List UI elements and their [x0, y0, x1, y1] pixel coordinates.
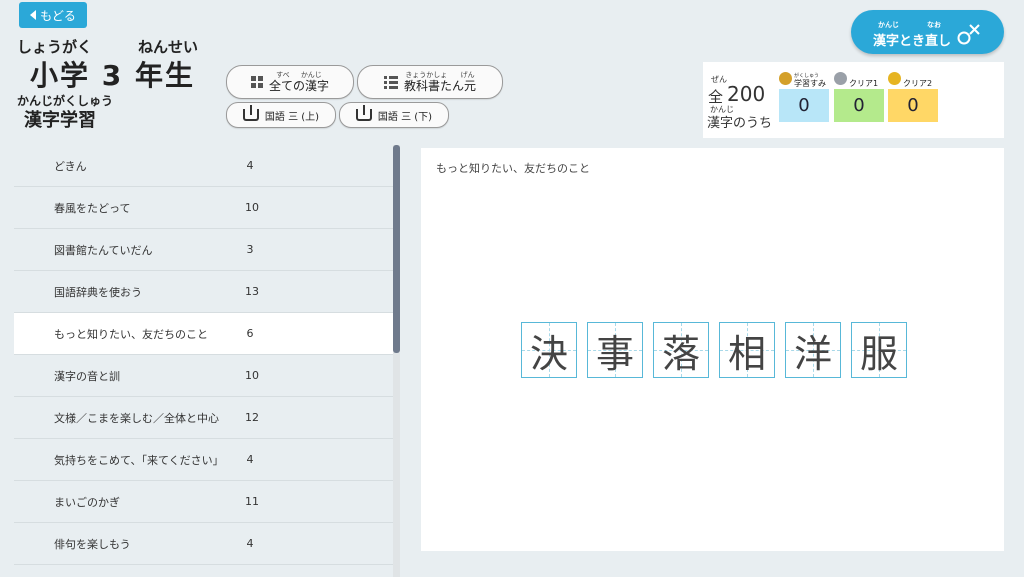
- scroll-thumb[interactable]: [393, 145, 400, 353]
- clear1-label: クリア1: [849, 79, 879, 88]
- list-item[interactable]: 春風をたどって 10: [14, 187, 394, 229]
- all-kanji-label: 全ての漢字: [268, 79, 329, 93]
- total-count: 200: [727, 82, 766, 106]
- zen-ruby: ぜん: [711, 75, 727, 84]
- clear1-count: 0: [834, 89, 884, 122]
- list-item[interactable]: まいごのかぎ 11: [14, 481, 394, 523]
- retry-label: 漢字とき直し: [873, 34, 952, 49]
- kanji-card[interactable]: 決: [521, 322, 577, 378]
- list-icon: [383, 75, 398, 89]
- retry-ruby-a: かんじ: [878, 21, 899, 29]
- list-scrollbar[interactable]: [393, 145, 400, 577]
- all-kanji-ruby: すべ かんじ: [276, 71, 322, 79]
- book-icon: [242, 105, 259, 121]
- all-kanji-button[interactable]: すべ かんじ 全ての漢字: [226, 65, 354, 99]
- gold-medal-icon: [888, 72, 901, 85]
- list-item[interactable]: 図書館たんていだん 3: [14, 229, 394, 271]
- kanji-card[interactable]: 相: [719, 322, 775, 378]
- progress-stats: ぜん 全 200 かんじ 漢字のうち がくしゅう 学習すみ 0 クリア1 0 ク…: [703, 62, 1004, 138]
- clear2-label: クリア2: [903, 79, 933, 88]
- kanji-row: 決 事 落 相 洋 服: [521, 322, 907, 378]
- textbook-label: 教科書たん元: [403, 79, 476, 93]
- unit-list: どきん 4 春風をたどって 10 図書館たんていだん 3 国語辞典を使おう 13 もっと…: [14, 145, 394, 577]
- book-lower-button[interactable]: 国語 三 (下): [339, 102, 449, 128]
- header: もどる しょうがく ねんせい 小学 3 年生 かんじがくしゅう 漢字学習 すべ …: [0, 0, 1024, 140]
- list-item[interactable]: どきん 4: [14, 145, 394, 187]
- retry-ruby-b: なお: [927, 21, 941, 29]
- book-icon: [355, 105, 372, 121]
- kanji-card[interactable]: 事: [587, 322, 643, 378]
- grid-icon: [250, 76, 263, 88]
- kanji-retry-button[interactable]: かんじ なお 漢字とき直し: [851, 10, 1004, 54]
- list-item-selected[interactable]: もっと知りたい、友だちのこと 6: [14, 313, 394, 355]
- circle-cross-icon: [957, 24, 980, 45]
- back-label: もどる: [40, 8, 76, 23]
- back-button[interactable]: もどる: [19, 2, 87, 28]
- unit-title: もっと知りたい、友だちのこと: [436, 162, 590, 175]
- textbook-ruby: きょうかしょ げん: [405, 71, 475, 79]
- kanji-card[interactable]: 洋: [785, 322, 841, 378]
- studied-label: 学習すみ: [794, 79, 826, 88]
- list-item[interactable]: 俳句を楽しもう 4: [14, 523, 394, 565]
- studied-count: 0: [779, 89, 829, 122]
- silver-medal-icon: [834, 72, 847, 85]
- book-lower-label: 国語 三 (下): [377, 111, 433, 123]
- list-item[interactable]: 文様／こまを楽しむ／全体と中心 12: [14, 397, 394, 439]
- book-upper-label: 国語 三 (上): [264, 111, 320, 123]
- list-item[interactable]: 漢字の音と訓 10: [14, 355, 394, 397]
- back-arrow-icon: [30, 10, 37, 20]
- kanji-card[interactable]: 落: [653, 322, 709, 378]
- list-item[interactable]: 国語辞典を使おう 13: [14, 271, 394, 313]
- book-upper-button[interactable]: 国語 三 (上): [226, 102, 336, 128]
- grade-title: 小学 3 年生: [30, 59, 195, 92]
- gold-medal-icon: [779, 72, 792, 85]
- kanji-card[interactable]: 服: [851, 322, 907, 378]
- kanji-panel: もっと知りたい、友だちのこと 決 事 落 相 洋 服: [421, 148, 1004, 551]
- uchi-label: 漢字のうち: [707, 116, 773, 131]
- list-item[interactable]: 気持ちをこめて、「来てください」 4: [14, 439, 394, 481]
- clear2-count: 0: [888, 89, 938, 122]
- study-title: 漢字学習: [24, 110, 96, 131]
- textbook-unit-button[interactable]: きょうかしょ げん 教科書たん元: [357, 65, 503, 99]
